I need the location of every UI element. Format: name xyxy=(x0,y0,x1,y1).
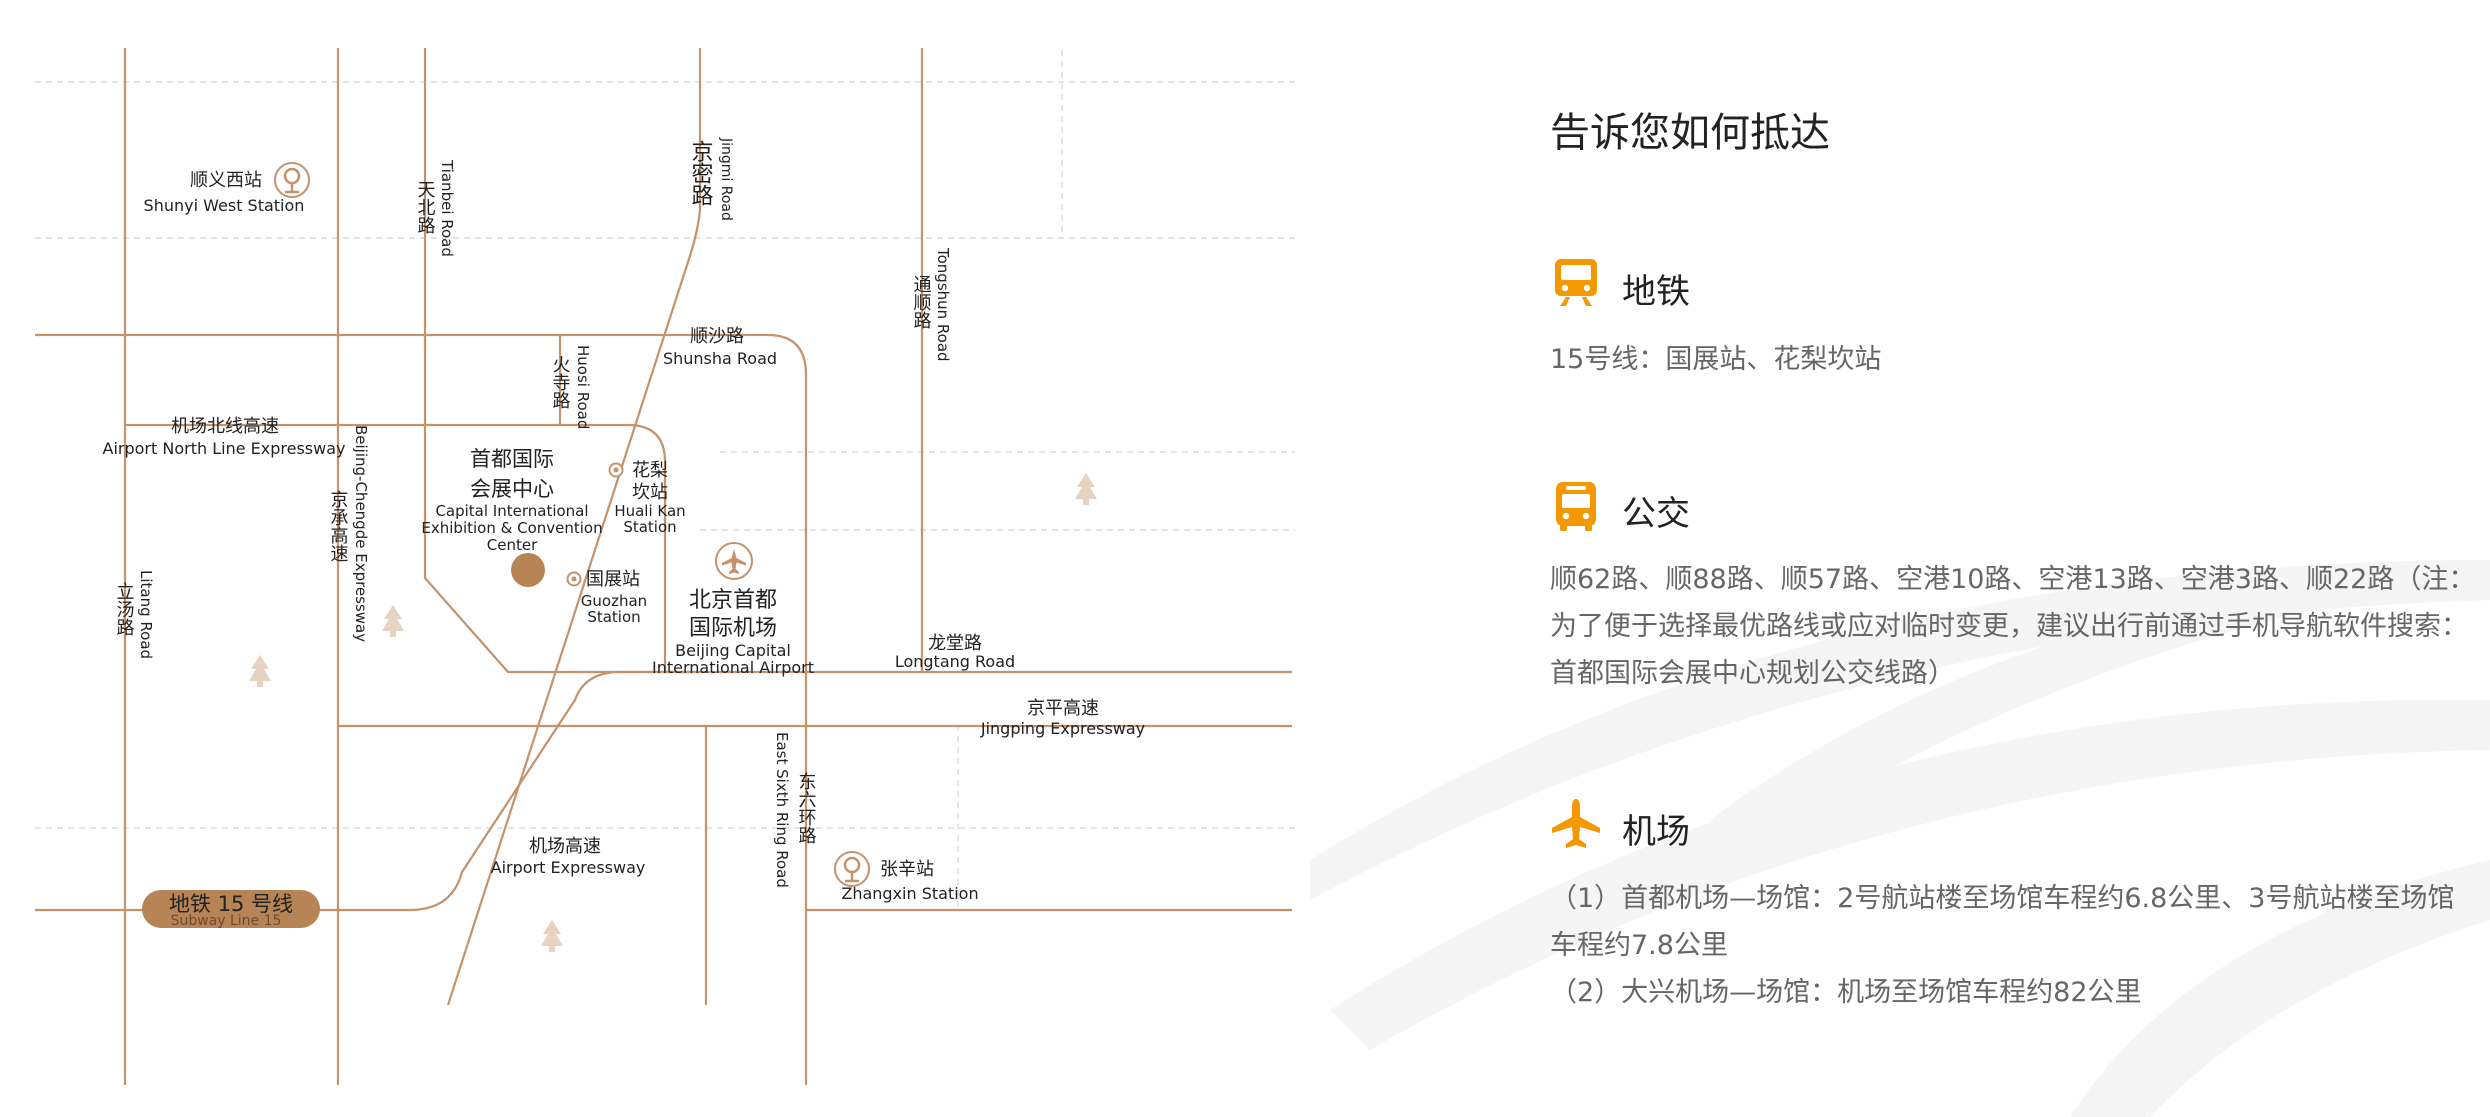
page-title: 告诉您如何抵达 xyxy=(1550,110,1830,156)
airport-north-en: Airport North Line Expressway xyxy=(103,439,346,458)
litang-road-cn: 立汤路 xyxy=(114,582,135,636)
longtang-road-cn: 龙堂路 xyxy=(928,633,982,654)
tianbei-road-en: Tianbei Road xyxy=(438,159,456,257)
bus-icon xyxy=(1556,482,1596,531)
airport-section-text-2: （2）大兴机场—场馆：机场至场馆车程约82公里 xyxy=(1550,977,2142,1008)
bus-section-title: 公交 xyxy=(1622,494,1690,534)
airport-expressway-en: Airport Expressway xyxy=(491,858,646,877)
guozhan-en-line2: Station xyxy=(587,608,640,626)
tree-icon xyxy=(541,920,563,952)
airport-north-cn: 机场北线高速 xyxy=(171,416,279,437)
east-sixth-en: East Sixth Ring Road xyxy=(773,732,791,888)
zhangxin-cn: 张辛站 xyxy=(880,859,934,880)
shunsha-road-cn: 顺沙路 xyxy=(690,326,744,347)
guozhan-cn: 国展站 xyxy=(586,569,640,590)
directions-panel: 告诉您如何抵达 地铁 15号线：国展站、花梨坎站 公交 顺62路、顺88路、顺5… xyxy=(1310,0,2490,1117)
tree-icon xyxy=(382,605,404,637)
jingmi-road-en: Jingmi Road xyxy=(718,137,734,221)
guozhan-station-icon xyxy=(566,571,582,587)
capital-airport-cn-line1: 北京首都 xyxy=(689,588,777,613)
huali-kan-en-line2: Station xyxy=(623,518,676,536)
tianbei-road-cn: 天北路 xyxy=(415,180,436,234)
litang-road-en: Litang Road xyxy=(137,570,155,659)
airport-expressway-cn: 机场高速 xyxy=(529,836,601,857)
capital-airport-cn-line2: 国际机场 xyxy=(689,616,777,641)
tongshun-road-cn: 通顺路 xyxy=(911,275,932,329)
subway-line-15-badge: 地铁 15 号线 Subway Line 15 xyxy=(142,890,320,929)
huali-kan-cn-line2: 坎站 xyxy=(632,482,668,503)
shunsha-road-en: Shunsha Road xyxy=(663,349,777,368)
tree-icon xyxy=(249,655,271,687)
huosi-road-en: Huosi Road xyxy=(574,345,592,429)
shunyi-west-en: Shunyi West Station xyxy=(144,196,305,215)
venue-marker xyxy=(511,553,545,587)
jingping-en: Jingping Expressway xyxy=(980,719,1145,738)
jingcheng-cn: 京承高速 xyxy=(328,490,349,562)
subway-line-en: Subway Line 15 xyxy=(171,913,282,929)
venue-cn-line2: 会展中心 xyxy=(470,477,554,501)
longtang-road-en: Longtang Road xyxy=(895,652,1015,671)
venue-en-line1: Capital International xyxy=(435,502,588,520)
jingmi-road-cn: 京密路 xyxy=(688,140,714,206)
venue-en-line2: Exhibition & Convention xyxy=(421,519,602,537)
huosi-road-cn: 火寺路 xyxy=(550,355,571,409)
huali-kan-station-icon xyxy=(608,462,624,478)
subway-section-title: 地铁 xyxy=(1622,272,1690,312)
east-sixth-cn: 东六环路 xyxy=(796,772,817,844)
shunyi-west-station-icon xyxy=(274,162,310,198)
tree-icons xyxy=(249,473,1097,952)
bus-section-text: 顺62路、顺88路、顺57路、空港10路、空港13路、空港3路、顺22路（注：为… xyxy=(1550,564,2476,689)
route-map: 顺义西站 Shunyi West Station 天北路 Tianbei Roa… xyxy=(35,48,1295,1085)
huali-kan-cn-line1: 花梨 xyxy=(632,460,668,481)
venue-cn-line1: 首都国际 xyxy=(470,447,554,471)
capital-airport-icon xyxy=(715,542,753,580)
airplane-icon xyxy=(1552,799,1600,848)
zhangxin-station-icon xyxy=(834,851,870,887)
capital-airport-en-line2: International Airport xyxy=(652,658,814,677)
tongshun-road-en: Tongshun Road xyxy=(934,247,952,362)
airport-section-text-1: （1）首都机场—场馆：2号航站楼至场馆车程约6.8公里、3号航站楼至场馆车程约7… xyxy=(1550,883,2455,961)
jingcheng-en: Beijing-Chengde Expressway xyxy=(352,425,370,642)
subway-section-text: 15号线：国展站、花梨坎站 xyxy=(1550,344,1882,375)
tree-icon xyxy=(1075,473,1097,505)
venue-en-line3: Center xyxy=(487,536,538,554)
airport-section-title: 机场 xyxy=(1622,812,1690,852)
subway-icon xyxy=(1555,259,1597,306)
jingping-cn: 京平高速 xyxy=(1027,698,1099,719)
shunyi-west-cn: 顺义西站 xyxy=(190,170,262,191)
zhangxin-en: Zhangxin Station xyxy=(841,884,978,903)
